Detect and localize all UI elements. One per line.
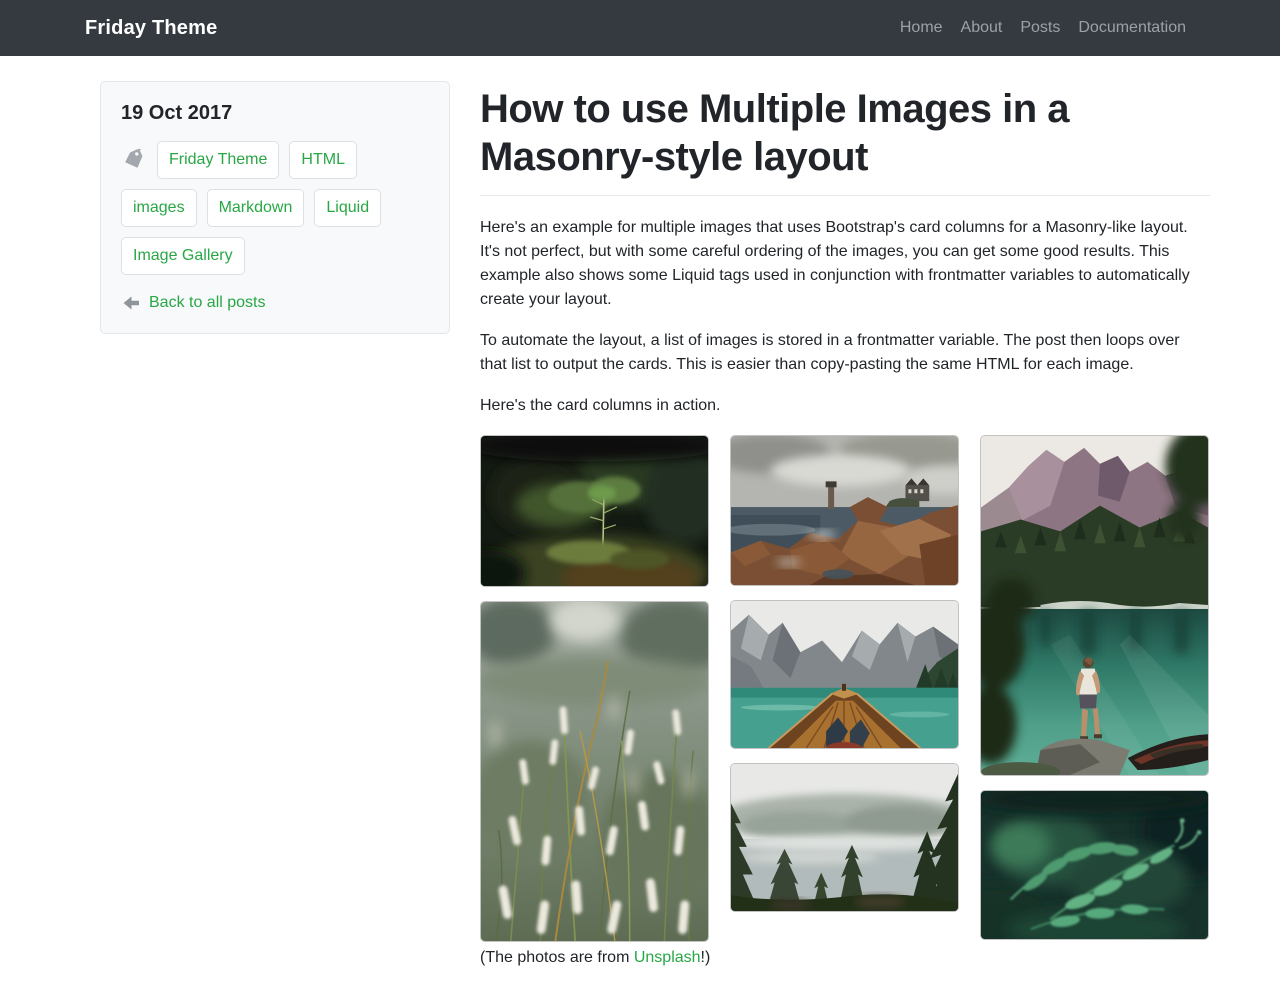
- tag-images[interactable]: images: [121, 189, 197, 227]
- page-title: How to use Multiple Images in a Masonry-…: [480, 85, 1210, 181]
- paragraph-1: Here's an example for multiple images th…: [480, 216, 1210, 312]
- back-arrow-icon: [121, 293, 141, 313]
- boat-lake-image: [731, 601, 958, 748]
- paragraph-2: To automate the layout, a list of images…: [480, 329, 1210, 377]
- tag-markdown[interactable]: Markdown: [207, 189, 305, 227]
- caption-prefix: (The photos are from: [480, 949, 634, 966]
- tag-image-gallery[interactable]: Image Gallery: [121, 237, 245, 275]
- tag-icon: [121, 147, 147, 173]
- gallery-column-1: [480, 435, 709, 942]
- back-to-posts-link[interactable]: Back to all posts: [149, 294, 266, 312]
- tag-friday-theme[interactable]: Friday Theme: [157, 141, 279, 179]
- photo-lake-person[interactable]: [980, 435, 1209, 776]
- fern-image: [981, 791, 1208, 939]
- brand-link[interactable]: Friday Theme: [85, 17, 217, 40]
- nav-link-about[interactable]: About: [952, 11, 1012, 44]
- nav-links: Home About Posts Documentation: [891, 19, 1195, 37]
- foggy-lake-image: [731, 764, 958, 911]
- unsplash-link[interactable]: Unsplash: [634, 949, 701, 966]
- lake-person-image: [981, 436, 1208, 775]
- forest-sapling-image: [481, 436, 708, 586]
- photo-forest-sapling[interactable]: [480, 435, 709, 587]
- post-date: 19 Oct 2017: [121, 102, 429, 125]
- meadow-grass-image: [481, 602, 708, 941]
- photo-rocky-coast[interactable]: [730, 435, 959, 586]
- image-gallery: [480, 435, 1210, 942]
- nav-link-posts[interactable]: Posts: [1011, 11, 1069, 44]
- post-meta-card: 19 Oct 2017 Friday Theme HTML images Mar…: [100, 81, 450, 334]
- gallery-column-2: [730, 435, 959, 942]
- title-divider: [480, 195, 1210, 196]
- article: How to use Multiple Images in a Masonry-…: [465, 81, 1225, 987]
- photo-caption: (The photos are from Unsplash!): [480, 946, 1210, 970]
- paragraph-3: Here's the card columns in action.: [480, 394, 1210, 418]
- photo-boat-lake[interactable]: [730, 600, 959, 749]
- navbar: Friday Theme Home About Posts Documentat…: [0, 0, 1280, 56]
- tag-liquid[interactable]: Liquid: [314, 189, 381, 227]
- tag-list: Friday Theme HTML images Markdown Liquid…: [121, 141, 429, 275]
- photo-meadow-grass[interactable]: [480, 601, 709, 942]
- photo-fern[interactable]: [980, 790, 1209, 940]
- rocky-coast-image: [731, 436, 958, 585]
- sidebar: 19 Oct 2017 Friday Theme HTML images Mar…: [85, 81, 465, 334]
- tag-html[interactable]: HTML: [289, 141, 357, 179]
- back-link-row: Back to all posts: [121, 293, 429, 313]
- caption-suffix: !): [701, 949, 711, 966]
- gallery-column-3: [980, 435, 1209, 942]
- nav-link-documentation[interactable]: Documentation: [1069, 11, 1195, 44]
- photo-foggy-lake[interactable]: [730, 763, 959, 912]
- nav-link-home[interactable]: Home: [891, 11, 952, 44]
